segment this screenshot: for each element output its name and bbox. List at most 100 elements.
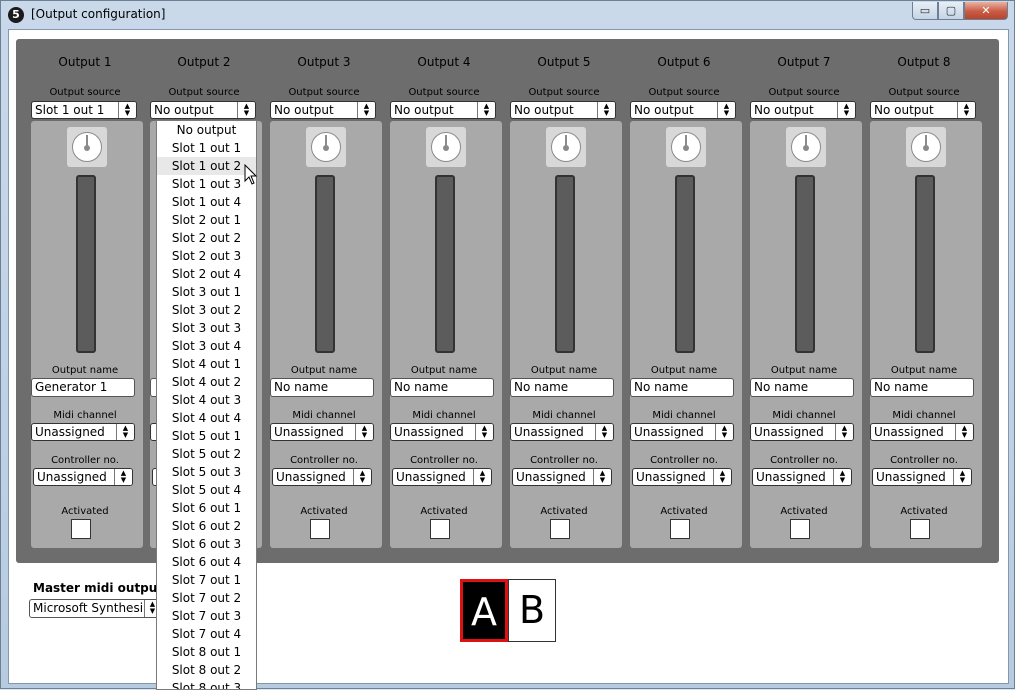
output-name-field[interactable]: No name xyxy=(390,378,494,397)
controller-no-value: Unassigned xyxy=(756,470,826,484)
output-name-field[interactable]: No name xyxy=(270,378,374,397)
output-source-select[interactable]: No output ▲ ▼ xyxy=(150,101,256,119)
output-source-dropdown-list[interactable]: No output Slot 1 out 1 Slot 1 out 2 Slot 1 … xyxy=(156,120,257,690)
dropdown-option[interactable]: Slot 3 out 4 xyxy=(157,337,256,355)
dropdown-option[interactable]: Slot 5 out 1 xyxy=(157,427,256,445)
dropdown-option[interactable]: Slot 5 out 2 xyxy=(157,445,256,463)
level-fader[interactable] xyxy=(795,175,815,353)
dropdown-option[interactable]: Slot 3 out 2 xyxy=(157,301,256,319)
dropdown-option[interactable]: Slot 2 out 4 xyxy=(157,265,256,283)
level-fader[interactable] xyxy=(76,175,96,353)
controller-no-select[interactable]: Unassigned ▲ ▼ xyxy=(752,468,852,486)
dropdown-option[interactable]: Slot 6 out 3 xyxy=(157,535,256,553)
dropdown-option[interactable]: Slot 6 out 1 xyxy=(157,499,256,517)
level-fader[interactable] xyxy=(555,175,575,353)
activated-checkbox[interactable] xyxy=(550,519,570,539)
output-source-select[interactable]: No output ▲ ▼ xyxy=(510,101,616,119)
dropdown-option[interactable]: Slot 6 out 4 xyxy=(157,553,256,571)
select-arrows-icon: ▲▼ xyxy=(953,469,971,485)
midi-channel-select[interactable]: Unassigned ▲ ▼ xyxy=(390,423,494,441)
select-arrows-icon: ▲▼ xyxy=(475,424,493,440)
close-button[interactable]: ✕ xyxy=(964,2,1008,20)
maximize-button[interactable]: ▢ xyxy=(938,2,964,20)
dropdown-option[interactable]: Slot 6 out 2 xyxy=(157,517,256,535)
dropdown-option[interactable]: Slot 4 out 4 xyxy=(157,409,256,427)
level-knob[interactable] xyxy=(666,127,706,167)
output-source-select[interactable]: Slot 1 out 1 ▲ ▼ xyxy=(31,101,137,119)
controller-no-select[interactable]: Unassigned ▲ ▼ xyxy=(392,468,492,486)
title-bar[interactable]: 5 [Output configuration] ▭ ▢ ✕ xyxy=(1,1,1014,29)
dropdown-option[interactable]: Slot 8 out 1 xyxy=(157,643,256,661)
level-knob[interactable] xyxy=(546,127,586,167)
level-fader[interactable] xyxy=(435,175,455,353)
a-button[interactable]: A xyxy=(460,579,508,642)
midi-channel-select[interactable]: Unassigned ▲ ▼ xyxy=(510,423,614,441)
dropdown-option[interactable]: Slot 7 out 3 xyxy=(157,607,256,625)
select-arrows-icon: ▲▼ xyxy=(957,102,975,118)
dropdown-option[interactable]: Slot 1 out 3 xyxy=(157,175,256,193)
activated-checkbox[interactable] xyxy=(790,519,810,539)
select-arrows-icon: ▲▼ xyxy=(477,102,495,118)
output-name-field[interactable]: No name xyxy=(510,378,614,397)
level-knob[interactable] xyxy=(306,127,346,167)
output-source-select[interactable]: No output ▲ ▼ xyxy=(870,101,976,119)
dropdown-option[interactable]: Slot 3 out 3 xyxy=(157,319,256,337)
level-knob[interactable] xyxy=(426,127,466,167)
controller-no-select[interactable]: Unassigned ▲ ▼ xyxy=(872,468,972,486)
dropdown-option[interactable]: Slot 7 out 4 xyxy=(157,625,256,643)
dropdown-option[interactable]: Slot 4 out 3 xyxy=(157,391,256,409)
dropdown-option[interactable]: No output xyxy=(157,121,256,139)
knob-icon xyxy=(551,132,581,162)
output-name-field[interactable]: No name xyxy=(630,378,734,397)
dropdown-option[interactable]: Slot 4 out 2 xyxy=(157,373,256,391)
dropdown-option[interactable]: Slot 2 out 1 xyxy=(157,211,256,229)
dropdown-option[interactable]: Slot 7 out 2 xyxy=(157,589,256,607)
activated-checkbox[interactable] xyxy=(71,519,91,539)
ab-switch: A B xyxy=(460,579,556,642)
output-source-select[interactable]: No output ▲ ▼ xyxy=(270,101,376,119)
master-midi-output-select[interactable]: Microsoft Synthesi... ▲ ▼ xyxy=(29,599,161,618)
midi-channel-select[interactable]: Unassigned ▲ ▼ xyxy=(31,423,135,441)
dropdown-option[interactable]: Slot 2 out 3 xyxy=(157,247,256,265)
select-arrows-icon: ▲▼ xyxy=(473,469,491,485)
activated-checkbox[interactable] xyxy=(670,519,690,539)
midi-channel-select[interactable]: Unassigned ▲ ▼ xyxy=(630,423,734,441)
midi-channel-value: Unassigned xyxy=(394,425,464,439)
level-fader[interactable] xyxy=(675,175,695,353)
dropdown-option[interactable]: Slot 4 out 1 xyxy=(157,355,256,373)
activated-checkbox[interactable] xyxy=(430,519,450,539)
controller-no-select[interactable]: Unassigned ▲ ▼ xyxy=(272,468,372,486)
dropdown-option[interactable]: Slot 5 out 4 xyxy=(157,481,256,499)
dropdown-option[interactable]: Slot 8 out 2 xyxy=(157,661,256,679)
midi-channel-select[interactable]: Unassigned ▲ ▼ xyxy=(750,423,854,441)
level-fader[interactable] xyxy=(315,175,335,353)
b-button[interactable]: B xyxy=(508,579,556,642)
minimize-button[interactable]: ▭ xyxy=(912,2,938,20)
output-name-field[interactable]: No name xyxy=(750,378,854,397)
activated-checkbox[interactable] xyxy=(310,519,330,539)
dropdown-option[interactable]: Slot 1 out 4 xyxy=(157,193,256,211)
dropdown-option[interactable]: Slot 2 out 2 xyxy=(157,229,256,247)
level-knob[interactable] xyxy=(906,127,946,167)
dropdown-option[interactable]: Slot 3 out 1 xyxy=(157,283,256,301)
dropdown-option[interactable]: Slot 1 out 1 xyxy=(157,139,256,157)
output-source-select[interactable]: No output ▲ ▼ xyxy=(630,101,736,119)
controller-no-select[interactable]: Unassigned ▲ ▼ xyxy=(512,468,612,486)
dropdown-option[interactable]: Slot 1 out 2 xyxy=(157,157,256,175)
output-source-select[interactable]: No output ▲ ▼ xyxy=(390,101,496,119)
activated-checkbox[interactable] xyxy=(910,519,930,539)
output-name-field[interactable]: Generator 1 xyxy=(31,378,135,397)
midi-channel-select[interactable]: Unassigned ▲ ▼ xyxy=(270,423,374,441)
level-knob[interactable] xyxy=(786,127,826,167)
controller-no-select[interactable]: Unassigned ▲ ▼ xyxy=(632,468,732,486)
dropdown-option[interactable]: Slot 7 out 1 xyxy=(157,571,256,589)
midi-channel-select[interactable]: Unassigned ▲ ▼ xyxy=(870,423,974,441)
dropdown-option[interactable]: Slot 8 out 3 xyxy=(157,679,256,689)
dropdown-option[interactable]: Slot 5 out 3 xyxy=(157,463,256,481)
controller-no-select[interactable]: Unassigned ▲ ▼ xyxy=(33,468,133,486)
output-source-label: Output source xyxy=(288,87,360,98)
level-fader[interactable] xyxy=(915,175,935,353)
level-knob[interactable] xyxy=(67,127,107,167)
output-source-select[interactable]: No output ▲ ▼ xyxy=(750,101,856,119)
output-name-field[interactable]: No name xyxy=(870,378,974,397)
